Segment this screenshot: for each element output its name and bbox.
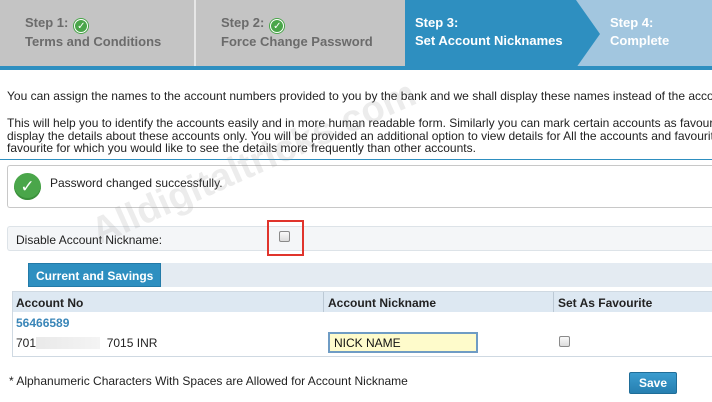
accounts-table: Account No Account Nickname Set As Favou…: [12, 291, 712, 357]
header-band: [0, 66, 712, 70]
masked-digits: [36, 337, 101, 349]
nickname-rules-note: * Alphanumeric Characters With Spaces ar…: [9, 374, 408, 388]
column-divider: [323, 292, 324, 312]
tab-current-and-savings[interactable]: Current and Savings: [28, 263, 162, 287]
account-number: 701 7015 INR: [16, 336, 158, 350]
step-terms: Step 1: ✓ Terms and Conditions: [0, 0, 194, 68]
current-step-arrow: [576, 0, 600, 68]
disable-nickname-label: Disable Account Nickname:: [16, 233, 163, 247]
step-1-label: Terms and Conditions: [25, 34, 162, 49]
highlight-box: [267, 220, 304, 256]
save-button[interactable]: Save: [629, 372, 677, 394]
intro-paragraph-1: You can assign the names to the account …: [7, 89, 712, 103]
step-2-check-icon: ✓: [270, 19, 285, 33]
column-divider: [553, 292, 554, 312]
check-icon: ✓: [14, 173, 41, 200]
step-set-account-nicknames: Step 3: Set Account Nicknames: [405, 0, 577, 68]
intro-paragraph-2: This will help you to identify the accou…: [7, 116, 712, 155]
header-account-no: Account No: [16, 296, 84, 310]
section-divider: [0, 159, 712, 160]
step-4-label: Complete: [610, 33, 670, 48]
disable-nickname-row: Disable Account Nickname:: [7, 226, 712, 251]
account-link[interactable]: 56466589: [16, 316, 69, 330]
step-1-check-icon: ✓: [74, 19, 89, 33]
table-header: Account No Account Nickname Set As Favou…: [13, 292, 712, 312]
success-banner: ✓ Password changed successfully.: [7, 165, 712, 208]
step-3-label: Set Account Nicknames: [415, 33, 563, 48]
account-nickname-input[interactable]: [328, 332, 478, 353]
wizard-steps: Step 1: ✓ Terms and Conditions Step 2: ✓ F…: [0, 0, 712, 68]
header-set-as-favourite: Set As Favourite: [558, 296, 653, 310]
step-2-label: Force Change Password: [221, 34, 373, 49]
success-message: Password changed successfully.: [50, 176, 223, 190]
set-as-favourite-checkbox[interactable]: [559, 336, 570, 347]
header-account-nickname: Account Nickname: [328, 296, 437, 310]
step-force-change-password: Step 2: ✓ Force Change Password: [196, 0, 406, 68]
